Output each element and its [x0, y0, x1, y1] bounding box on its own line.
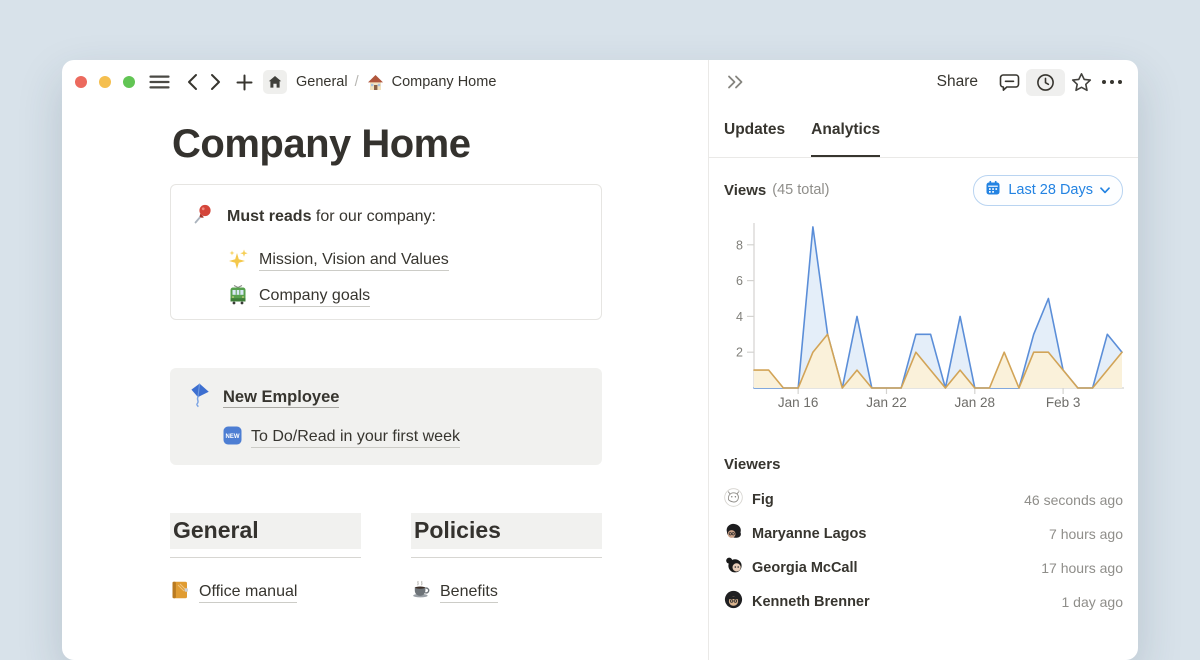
views-total: (45 total): [772, 182, 829, 198]
svg-text:Jan 16: Jan 16: [778, 395, 819, 410]
divider: [411, 557, 602, 558]
page-link-mission[interactable]: Mission, Vision and Values: [259, 251, 449, 271]
svg-text:Jan 28: Jan 28: [955, 395, 996, 410]
breadcrumb-page[interactable]: Company Home: [392, 74, 497, 90]
callout-lead-bold: Must reads: [227, 208, 311, 225]
new-badge-text: NEW: [226, 434, 240, 440]
minimize-window-button[interactable]: [99, 76, 111, 88]
svg-text:Jan 22: Jan 22: [866, 395, 907, 410]
list-item: Office manual: [170, 580, 361, 605]
must-reads-callout: Must reads for our company: Mission, Vis…: [170, 184, 602, 320]
date-range-button[interactable]: Last 28 Days: [973, 175, 1123, 206]
panel-header: Share: [709, 60, 1138, 104]
calendar-icon: [985, 180, 1001, 200]
views-chart: 2 4 6 8 Jan 16 Jan 22 Jan 28 Feb 3: [709, 211, 1138, 418]
viewer-time: 46 seconds ago: [1024, 492, 1123, 508]
tab-analytics[interactable]: Analytics: [811, 104, 880, 157]
breadcrumb-teamspace[interactable]: General: [296, 74, 348, 90]
svg-text:4: 4: [736, 310, 743, 324]
collapse-panel-icon[interactable]: [726, 74, 745, 90]
viewer-row: Fig 46 seconds ago: [724, 483, 1123, 517]
page-title: Company Home: [172, 122, 471, 167]
app-window: General / Company Home Company Home: [62, 60, 1138, 660]
sparkles-icon: [227, 248, 249, 275]
home-icon[interactable]: [263, 70, 287, 94]
back-button[interactable]: [186, 73, 198, 91]
notebook-icon: [170, 580, 190, 605]
page-link-first-week[interactable]: To Do/Read in your first week: [251, 428, 460, 448]
main-area: General / Company Home Company Home: [62, 60, 708, 660]
house-emoji-icon: [366, 73, 385, 92]
forward-button[interactable]: [210, 73, 222, 91]
viewer-name[interactable]: Kenneth Brenner: [752, 594, 870, 610]
zoom-window-button[interactable]: [123, 76, 135, 88]
list-item: Company goals: [227, 279, 581, 315]
svg-text:6: 6: [736, 274, 743, 288]
page-link-company-goals[interactable]: Company goals: [259, 287, 370, 307]
breadcrumb-separator: /: [355, 74, 359, 90]
views-header-row: Views (45 total) Last 28 Days: [724, 175, 1123, 205]
avatar-fig: [724, 488, 743, 512]
analytics-panel: Share Upd: [708, 60, 1138, 660]
column-policies: Policies Benefits: [411, 513, 602, 605]
new-page-button[interactable]: [236, 74, 253, 91]
comments-icon[interactable]: [999, 73, 1020, 92]
section-heading-policies: Policies: [411, 513, 602, 549]
viewer-time: 1 day ago: [1062, 594, 1124, 610]
viewer-name[interactable]: Georgia McCall: [752, 560, 858, 576]
avatar-georgia: [724, 556, 743, 580]
pushpin-icon: [191, 202, 215, 231]
callout-lead-text: Must reads for our company:: [227, 208, 436, 226]
viewer-name[interactable]: Fig: [752, 492, 774, 508]
sidebar-menu-icon[interactable]: [149, 73, 170, 91]
panel-tabs: Updates Analytics: [709, 104, 1138, 158]
date-range-label: Last 28 Days: [1008, 182, 1093, 198]
page-link-new-employee[interactable]: New Employee: [223, 388, 339, 408]
viewer-time: 7 hours ago: [1049, 526, 1123, 542]
viewer-row: Georgia McCall 17 hours ago: [724, 551, 1123, 585]
callout-lead-rest: for our company:: [311, 208, 436, 225]
updates-history-icon[interactable]: [1026, 69, 1065, 96]
favorite-star-icon[interactable]: [1071, 72, 1092, 92]
window-topbar: General / Company Home: [62, 60, 496, 104]
svg-text:Feb 3: Feb 3: [1046, 395, 1081, 410]
divider: [170, 557, 361, 558]
svg-text:2: 2: [736, 346, 743, 360]
viewers-heading: Viewers: [724, 456, 1123, 473]
viewer-row: Kenneth Brenner 1 day ago: [724, 585, 1123, 619]
page-link-office-manual[interactable]: Office manual: [199, 583, 297, 603]
section-heading-general: General: [170, 513, 361, 549]
new-badge-icon: NEW: [223, 426, 242, 450]
avatar-maryanne: [724, 522, 743, 546]
svg-text:8: 8: [736, 238, 743, 252]
close-window-button[interactable]: [75, 76, 87, 88]
share-button[interactable]: Share: [937, 73, 978, 91]
list-item: Mission, Vision and Values: [227, 243, 581, 279]
new-employee-block: New Employee NEW To Do/Read in your firs…: [170, 368, 602, 465]
viewer-row: Maryanne Lagos 7 hours ago: [724, 517, 1123, 551]
viewer-time: 17 hours ago: [1041, 560, 1123, 576]
kite-icon: [186, 382, 212, 413]
avatar-kenneth: [724, 590, 743, 614]
viewer-name[interactable]: Maryanne Lagos: [752, 526, 866, 542]
coffee-icon: [411, 580, 431, 605]
tab-updates[interactable]: Updates: [724, 104, 785, 157]
column-general: General Office manual: [170, 513, 361, 605]
views-label: Views: [724, 182, 766, 199]
breadcrumb: General / Company Home: [296, 73, 496, 92]
more-options-icon[interactable]: [1101, 79, 1123, 85]
page-link-benefits[interactable]: Benefits: [440, 583, 498, 603]
list-item: Benefits: [411, 580, 602, 605]
chevron-down-icon: [1100, 182, 1110, 198]
tram-icon: [227, 284, 249, 311]
